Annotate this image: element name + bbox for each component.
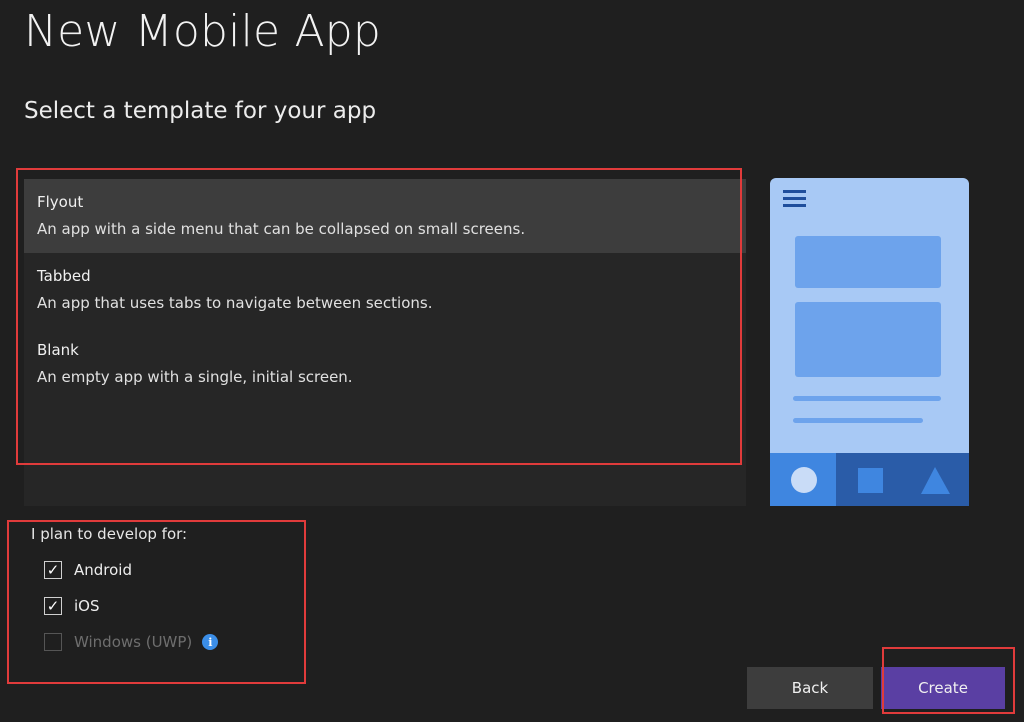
back-button[interactable]: Back	[747, 667, 873, 709]
template-list: Flyout An app with a side menu that can …	[24, 179, 746, 506]
preview-tabbar	[770, 453, 969, 506]
preview-tab	[770, 453, 836, 506]
template-name: Tabbed	[37, 267, 91, 285]
template-description: An app with a side menu that can be coll…	[37, 220, 526, 238]
template-item-blank[interactable]: Blank An empty app with a single, initia…	[24, 327, 746, 401]
circle-icon	[791, 467, 817, 493]
preview-line	[793, 418, 923, 423]
preview-line	[793, 396, 941, 401]
windows-checkbox	[44, 633, 62, 651]
template-name: Blank	[37, 341, 79, 359]
preview-tab	[836, 453, 902, 506]
template-name: Flyout	[37, 193, 84, 211]
preview-card	[795, 236, 941, 288]
android-label: Android	[74, 561, 132, 579]
triangle-icon	[921, 467, 950, 494]
square-icon	[858, 468, 883, 493]
android-checkbox[interactable]: ✓	[44, 561, 62, 579]
ios-label: iOS	[74, 597, 100, 615]
ios-checkbox[interactable]: ✓	[44, 597, 62, 615]
ios-option[interactable]: ✓ iOS	[44, 595, 100, 617]
windows-label: Windows (UWP)	[74, 633, 193, 651]
windows-option: Windows (UWP) i	[44, 631, 219, 653]
page-title: New Mobile App	[24, 6, 382, 57]
android-option[interactable]: ✓ Android	[44, 559, 132, 581]
template-preview	[770, 178, 969, 506]
page-subtitle: Select a template for your app	[24, 98, 377, 124]
preview-tab	[902, 453, 968, 506]
create-button[interactable]: Create	[881, 667, 1005, 709]
info-icon[interactable]: i	[202, 634, 219, 650]
template-description: An app that uses tabs to navigate betwee…	[37, 294, 433, 312]
template-item-tabbed[interactable]: Tabbed An app that uses tabs to navigate…	[24, 253, 746, 327]
template-item-flyout[interactable]: Flyout An app with a side menu that can …	[24, 179, 746, 253]
preview-card	[795, 302, 941, 377]
hamburger-icon	[783, 190, 806, 211]
platform-label: I plan to develop for:	[31, 525, 188, 543]
template-description: An empty app with a single, initial scre…	[37, 368, 353, 386]
